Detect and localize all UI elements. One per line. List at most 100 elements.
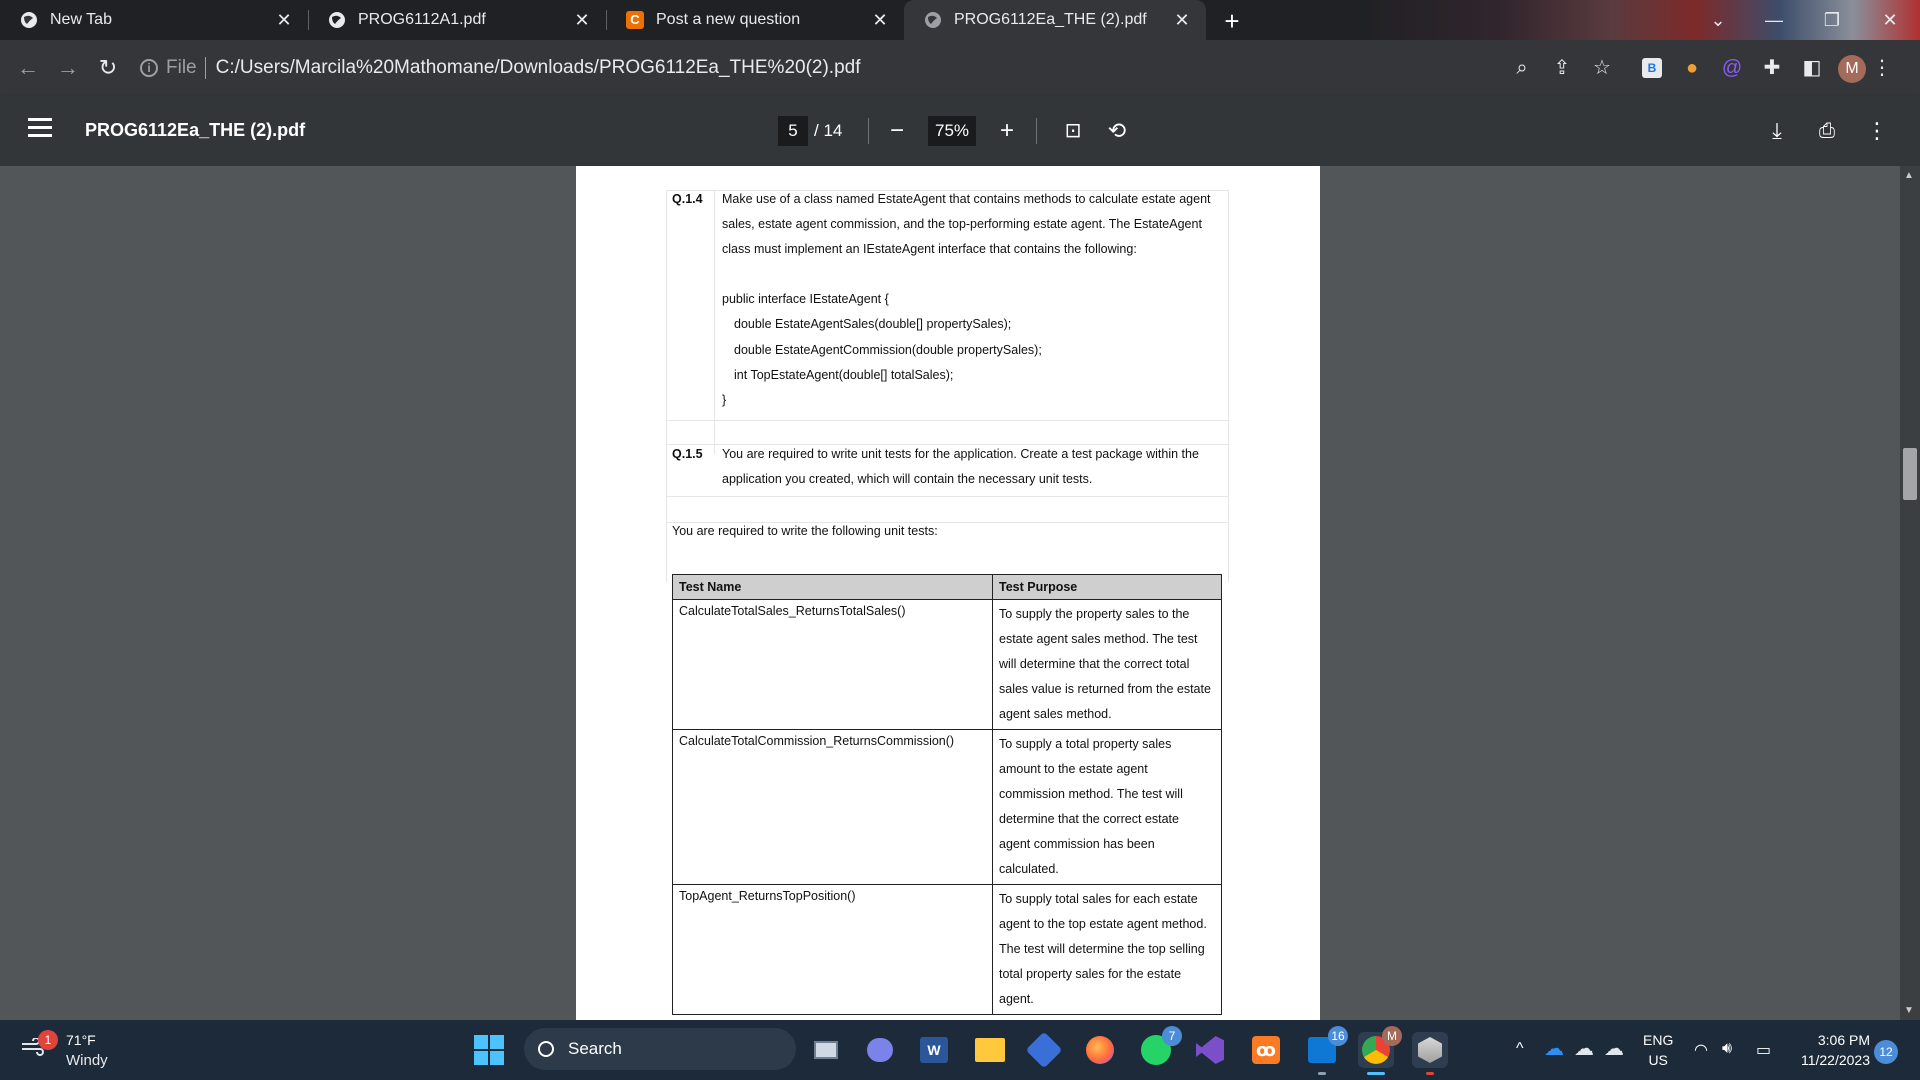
extension-at-icon[interactable]: @	[1718, 54, 1746, 82]
purpose-line: calculated.	[999, 862, 1059, 876]
tab-prog6112a1[interactable]: PROG6112A1.pdf ✕	[308, 0, 606, 40]
outlook-icon[interactable]: 16	[1304, 1026, 1348, 1075]
taskbar-search[interactable]: Search	[524, 1028, 796, 1070]
globe-icon	[20, 11, 38, 29]
purpose-line: will determine that the correct total	[999, 657, 1190, 671]
minimize-icon[interactable]: —	[1752, 0, 1796, 40]
tab-new-tab[interactable]: New Tab ✕	[0, 0, 308, 40]
word-icon[interactable]: W	[916, 1032, 952, 1068]
tab-prog6112ea-the[interactable]: PROG6112Ea_THE (2).pdf ✕	[904, 0, 1206, 40]
print-icon[interactable]: ⎙	[1812, 116, 1842, 146]
forward-icon[interactable]: →	[50, 50, 86, 86]
security-app-icon[interactable]	[1412, 1032, 1448, 1075]
extension-drop-icon[interactable]: ●	[1678, 54, 1706, 82]
chrome-menu-icon[interactable]: ⋮	[1868, 54, 1896, 82]
purpose-line: total property sales for the estate	[999, 967, 1182, 981]
code-line: int TopEstateAgent(double[] totalSales);	[734, 368, 954, 382]
question-number: Q.1.5	[672, 447, 703, 461]
tab-title: New Tab	[50, 11, 112, 28]
zoom-icon[interactable]: ⌕	[1508, 54, 1536, 82]
close-window-icon[interactable]: ✕	[1868, 0, 1912, 40]
language-indicator[interactable]: ENG US	[1643, 1030, 1673, 1070]
address-bar[interactable]: i File C:/Users/Marcila%20Mathomane/Down…	[140, 48, 1500, 88]
bookmark-star-icon[interactable]: ☆	[1588, 54, 1616, 82]
vertical-scrollbar[interactable]: ▲ ▼	[1900, 166, 1920, 1020]
close-tab-icon[interactable]: ✕	[572, 10, 592, 31]
extension-b-icon[interactable]: B	[1642, 58, 1662, 78]
show-hidden-icons[interactable]: ^	[1516, 1040, 1524, 1058]
rotate-icon[interactable]: ⟲	[1102, 116, 1132, 146]
test-name-cell: CalculateTotalSales_ReturnsTotalSales()	[672, 599, 993, 730]
column-header: Test Purpose	[992, 574, 1222, 600]
tab-title: PROG6112Ea_THE (2).pdf	[954, 11, 1147, 28]
test-purpose-cell: To supply total sales for each estate ag…	[992, 884, 1222, 1015]
question-text-line: You are required to write unit tests for…	[722, 447, 1199, 461]
close-tab-icon[interactable]: ✕	[274, 10, 294, 31]
fit-page-icon[interactable]: ⊡	[1058, 116, 1088, 146]
table-row: TopAgent_ReturnsTopPosition() To supply …	[672, 884, 1222, 1015]
task-view-icon[interactable]	[808, 1032, 844, 1068]
table-row: CalculateTotalCommission_ReturnsCommissi…	[672, 729, 1222, 885]
more-options-icon[interactable]: ⋮	[1862, 116, 1892, 146]
xampp-icon[interactable]: ꝏ	[1248, 1032, 1284, 1068]
extensions-puzzle-icon[interactable]: ✚	[1758, 54, 1786, 82]
code-line: double EstateAgentSales(double[] propert…	[734, 317, 1012, 331]
purpose-line: agent to the top estate agent method.	[999, 917, 1207, 931]
clock-time: 3:06 PM	[1817, 1032, 1870, 1048]
system-clock[interactable]: 3:06 PM 11/22/2023	[1788, 1030, 1870, 1070]
profile-avatar[interactable]: M	[1838, 55, 1866, 83]
scrollbar-thumb[interactable]	[1903, 448, 1917, 500]
visual-studio-icon[interactable]	[1192, 1032, 1228, 1068]
test-purpose-cell: To supply a total property sales amount …	[992, 729, 1222, 885]
purpose-line: agent sales method.	[999, 707, 1112, 721]
pdf-viewer[interactable]: Q.1.4 Make use of a class named EstateAg…	[0, 166, 1920, 1020]
purpose-line: agent.	[999, 992, 1034, 1006]
globe-icon	[328, 11, 346, 29]
notification-badge[interactable]: 12	[1874, 1040, 1898, 1064]
onedrive-icon[interactable]: ☁	[1544, 1036, 1564, 1061]
download-icon[interactable]: ⤓	[1762, 116, 1792, 146]
chrome-profile-badge: M	[1382, 1026, 1402, 1046]
wifi-icon[interactable]: ◠	[1694, 1040, 1708, 1060]
file-explorer-icon[interactable]	[972, 1032, 1008, 1068]
scroll-up-icon[interactable]: ▲	[1904, 170, 1914, 181]
chrome-icon[interactable]: M	[1358, 1026, 1402, 1075]
info-icon[interactable]: i	[140, 59, 158, 77]
volume-icon[interactable]: 🔊︎	[1722, 1040, 1732, 1058]
purpose-line: To supply a total property sales	[999, 737, 1172, 751]
test-purpose-cell: To supply the property sales to the esta…	[992, 599, 1222, 730]
url-text[interactable]: C:/Users/Marcila%20Mathomane/Downloads/P…	[216, 57, 861, 79]
back-icon[interactable]: ←	[10, 50, 46, 86]
firefox-icon[interactable]	[1082, 1032, 1118, 1068]
tab-post-question[interactable]: C Post a new question ✕	[606, 0, 904, 40]
hamburger-menu-icon[interactable]	[28, 118, 52, 142]
page-number-input[interactable]: 5	[778, 116, 808, 146]
onedrive-personal-icon[interactable]: ☁	[1574, 1036, 1594, 1061]
question-text-line: sales, estate agent commission, and the …	[722, 217, 1202, 231]
side-panel-icon[interactable]: ◧	[1798, 54, 1826, 82]
purpose-line: agent commission has been	[999, 837, 1155, 851]
question-text-line: application you created, which will cont…	[722, 472, 1093, 486]
zoom-out-icon[interactable]: −	[882, 116, 912, 146]
new-tab-button[interactable]: +	[1216, 6, 1248, 38]
zoom-level-input[interactable]: 75%	[928, 116, 976, 146]
scroll-down-icon[interactable]: ▼	[1904, 1005, 1914, 1016]
teams-chat-icon[interactable]	[862, 1032, 898, 1068]
reload-icon[interactable]: ↻	[90, 50, 126, 86]
close-tab-icon[interactable]: ✕	[1172, 10, 1192, 31]
restore-icon[interactable]: ❐	[1810, 0, 1854, 40]
search-placeholder: Search	[568, 1039, 622, 1058]
vpn-cloud-icon[interactable]: ☁	[1604, 1036, 1624, 1061]
close-tab-icon[interactable]: ✕	[870, 10, 890, 31]
tab-search-icon[interactable]: ⌄	[1696, 0, 1740, 40]
zoom-in-icon[interactable]: +	[992, 116, 1022, 146]
whatsapp-icon[interactable]: 7	[1138, 1026, 1182, 1068]
whatsapp-badge: 7	[1162, 1026, 1182, 1046]
media-player-icon[interactable]	[1025, 1031, 1063, 1069]
windows-taskbar: 1 71°F Windy Search W 7 ꝏ 16 M ^ ☁ ☁ ☁ E…	[0, 1020, 1920, 1080]
windows-start-icon[interactable]	[474, 1035, 504, 1065]
pdf-title: PROG6112Ea_THE (2).pdf	[85, 120, 306, 140]
share-icon[interactable]: ⇪	[1548, 54, 1576, 82]
battery-icon[interactable]: ▭	[1756, 1040, 1771, 1060]
tab-title: Post a new question	[656, 11, 801, 28]
